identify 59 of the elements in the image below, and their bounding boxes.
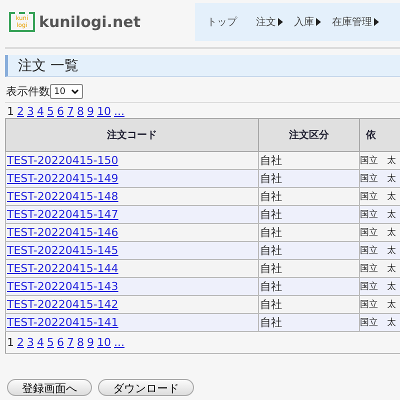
- table-cell: 国立 太: [360, 192, 396, 202]
- table-cell: 自社: [260, 226, 282, 239]
- page-link[interactable]: 4: [37, 105, 44, 118]
- table-cell: 国立 太: [360, 318, 396, 328]
- page-title: 注文 一覧: [5, 55, 400, 77]
- page-link[interactable]: 3: [27, 336, 34, 349]
- page-link[interactable]: 9: [87, 105, 94, 118]
- page-link[interactable]: ...: [114, 336, 124, 349]
- column-header: 注文区分: [258, 118, 360, 152]
- table-cell: 国立 太: [360, 264, 396, 274]
- table-cell: 国立 太: [360, 210, 396, 220]
- table-cell: 自社: [260, 298, 282, 311]
- table-cell: 国立 太: [360, 174, 396, 184]
- table-cell: 自社: [260, 190, 282, 203]
- page-link[interactable]: 5: [47, 105, 54, 118]
- page-link[interactable]: 9: [87, 336, 94, 349]
- page-link[interactable]: 8: [77, 105, 84, 118]
- nav-item[interactable]: 入庫: [294, 15, 321, 29]
- column-header: 注文コード: [6, 118, 258, 152]
- table-cell: 自社: [260, 244, 282, 257]
- table-cell: 自社: [260, 316, 282, 329]
- download-button[interactable]: ダウンロード: [98, 379, 194, 396]
- page-size-label: 表示件数: [6, 84, 50, 99]
- page-link[interactable]: ...: [114, 105, 124, 118]
- caret-icon: [374, 18, 379, 26]
- page-link[interactable]: 3: [27, 105, 34, 118]
- table-cell: 国立 太: [360, 156, 396, 166]
- nav-item[interactable]: トップ: [207, 15, 237, 29]
- table-cell: 国立 太: [360, 300, 396, 310]
- table-cell: 自社: [260, 262, 282, 275]
- page-size-select[interactable]: 10: [50, 84, 84, 99]
- site-name[interactable]: kunilogi.net: [39, 13, 141, 31]
- table-cell: 国立 太: [360, 282, 396, 292]
- caret-icon: [278, 18, 283, 26]
- page-link[interactable]: 5: [47, 336, 54, 349]
- page-link[interactable]: 7: [67, 336, 74, 349]
- table-cell: 自社: [260, 208, 282, 221]
- current-page[interactable]: 1: [7, 105, 14, 118]
- page-link[interactable]: 8: [77, 336, 84, 349]
- table-cell: 国立 太: [360, 228, 396, 238]
- page-link[interactable]: 4: [37, 336, 44, 349]
- table-cell: 国立 太: [360, 246, 396, 256]
- table-cell: 自社: [260, 280, 282, 293]
- page-link[interactable]: 6: [57, 105, 64, 118]
- chevron-icon: [71, 89, 80, 94]
- nav-item[interactable]: 注文: [256, 15, 283, 29]
- table-cell: 自社: [260, 154, 282, 167]
- page-link[interactable]: 2: [17, 105, 24, 118]
- page-link[interactable]: 10: [97, 105, 111, 118]
- nav-item[interactable]: 在庫管理: [332, 15, 379, 29]
- current-page[interactable]: 1: [7, 336, 14, 349]
- page-link[interactable]: 2: [17, 336, 24, 349]
- register-button[interactable]: 登録画面へ: [7, 379, 92, 396]
- table-cell: 自社: [260, 172, 282, 185]
- page-link[interactable]: 10: [97, 336, 111, 349]
- page-link[interactable]: 7: [67, 105, 74, 118]
- column-header: 依: [360, 118, 400, 152]
- page-link[interactable]: 6: [57, 336, 64, 349]
- caret-icon: [316, 18, 321, 26]
